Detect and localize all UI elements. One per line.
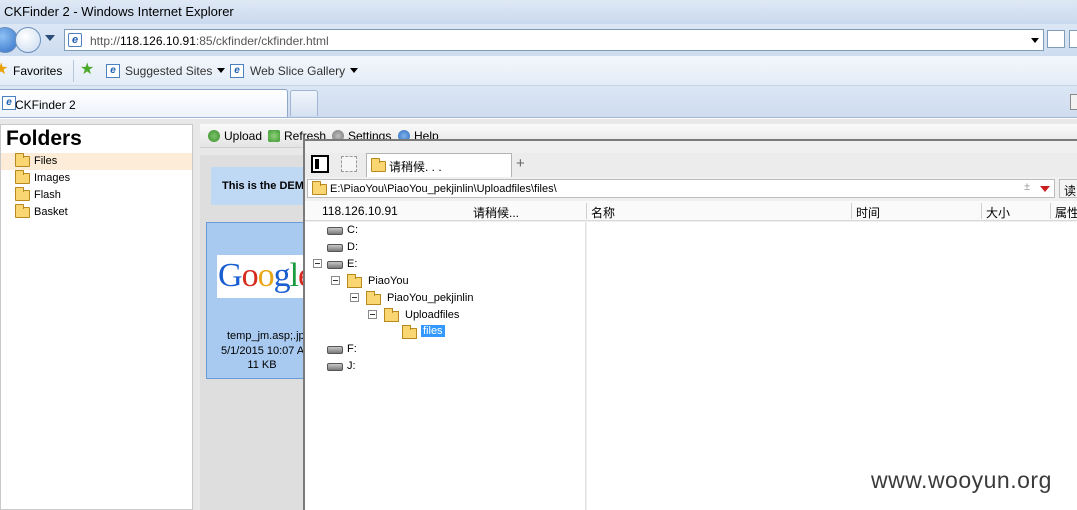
ie-link-icon: e [106, 64, 120, 78]
folder-item-flash[interactable]: Flash [1, 187, 192, 204]
folder-icon [402, 325, 417, 339]
blank-page-icon[interactable] [341, 156, 357, 172]
column-name[interactable]: 名称 [591, 204, 615, 221]
watermark: www.wooyun.org [871, 467, 1052, 493]
file-size: 11 KB [247, 359, 277, 371]
favorites-button[interactable]: Favorites [13, 64, 62, 78]
explorer-tab-label: 请稍候. . . [389, 160, 442, 174]
folder-item-images[interactable]: Images [1, 170, 192, 187]
collapse-icon[interactable] [331, 276, 340, 285]
drive-icon [327, 261, 343, 269]
window-title-bar: CKFinder 2 - Windows Internet Explorer [0, 0, 1077, 24]
column-separator [1050, 203, 1051, 219]
folder-icon [384, 308, 399, 322]
explorer-column-header: 118.126.10.91 请稍候... 名称 时间 大小 属性 [305, 201, 1077, 221]
file-explorer-window: 请稍候. . . + E:\PiaoYou\PiaoYou_pekjinlin\… [303, 139, 1077, 510]
column-separator [586, 203, 587, 219]
favorites-separator [73, 60, 74, 82]
column-time[interactable]: 时间 [856, 204, 880, 221]
drive-icon [327, 363, 343, 371]
path-sort-icon[interactable]: ± [1024, 181, 1030, 193]
column-host: 118.126.10.91 [322, 204, 398, 218]
collapse-icon[interactable] [350, 293, 359, 302]
web-slice-gallery-link[interactable]: Web Slice Gallery [250, 64, 359, 78]
new-tab-button[interactable] [290, 90, 318, 116]
recent-pages-dropdown-icon[interactable] [45, 35, 55, 41]
refresh-icon [268, 130, 280, 142]
file-thumbnail[interactable]: Google temp_jm.asp;.jp 5/1/2015 10:07 A … [206, 222, 316, 379]
address-dropdown-icon[interactable] [1031, 38, 1039, 43]
suggested-sites-link[interactable]: Suggested Sites [125, 64, 226, 78]
path-dropdown-icon[interactable] [1040, 186, 1050, 192]
chevron-down-icon [217, 68, 226, 73]
folders-title: Folders [6, 127, 82, 150]
explorer-path-bar[interactable]: E:\PiaoYou\PiaoYou_pekjinlin\Uploadfiles… [307, 179, 1055, 198]
file-name: temp_jm.asp;.jp [227, 330, 305, 342]
folder-icon [371, 158, 386, 172]
folder-icon [15, 153, 30, 167]
column-size[interactable]: 大小 [986, 204, 1010, 221]
folder-item-files[interactable]: Files [1, 153, 192, 170]
thumbnail-image: Google [217, 255, 307, 298]
drive-icon [327, 346, 343, 354]
tab-label: CKFinder 2 [15, 98, 76, 112]
column-separator [981, 203, 982, 219]
refresh-icon[interactable] [1069, 30, 1077, 48]
chevron-down-icon [350, 68, 359, 73]
folder-icon [347, 274, 362, 288]
tab-row: e CKFinder 2 [0, 86, 1077, 118]
ie-tab-icon: e [2, 96, 16, 110]
compatibility-view-icon[interactable] [1047, 30, 1065, 48]
drive-icon [327, 227, 343, 235]
explorer-tree: C: D: E: PiaoYou PiaoYou_pekjinlin Uploa… [305, 222, 586, 510]
folders-panel: Folders Files Images Flash Basket [0, 124, 193, 510]
folder-icon [312, 181, 327, 195]
folder-item-basket[interactable]: Basket [1, 204, 192, 221]
explorer-tab[interactable]: 请稍候. . . [366, 153, 512, 177]
folder-icon [366, 291, 381, 305]
tab-ckfinder[interactable]: e CKFinder 2 [0, 89, 288, 117]
folder-icon [15, 187, 30, 201]
column-separator [851, 203, 852, 219]
add-tab-icon[interactable]: + [516, 155, 525, 172]
folder-icon [15, 170, 30, 184]
favorites-bar: ★ Favorites ★ e Suggested Sites e Web Sl… [0, 56, 1077, 86]
add-to-favorites-icon[interactable]: ★ [80, 62, 94, 78]
window-title: CKFinder 2 - Windows Internet Explorer [4, 4, 234, 19]
column-status: 请稍候... [473, 206, 520, 220]
ie-link-icon: e [230, 64, 244, 78]
collapse-icon[interactable] [368, 310, 377, 319]
forward-button[interactable] [15, 27, 41, 53]
upload-icon [208, 130, 220, 142]
address-url[interactable]: http://118.126.10.91:85/ckfinder/ckfinde… [90, 34, 329, 48]
collapse-icon[interactable] [313, 259, 322, 268]
google-logo: Google [218, 257, 307, 294]
ie-page-icon: e [68, 33, 82, 47]
explorer-tab-strip: 请稍候. . . + [305, 153, 1077, 177]
explorer-path-text: E:\PiaoYou\PiaoYou_pekjinlin\Uploadfiles… [330, 183, 557, 195]
address-bar[interactable]: e http://118.126.10.91:85/ckfinder/ckfin… [64, 29, 1044, 51]
read-button[interactable]: 读 [1059, 179, 1077, 198]
favorites-star-icon: ★ [0, 61, 9, 78]
drive-icon [327, 244, 343, 252]
folder-icon [15, 204, 30, 218]
file-date: 5/1/2015 10:07 A [221, 345, 305, 357]
column-attr[interactable]: 属性 [1055, 204, 1077, 221]
upload-button[interactable]: Upload [208, 129, 262, 143]
home-icon[interactable] [1070, 94, 1077, 110]
panel-toggle-icon[interactable] [311, 155, 329, 173]
address-row: e http://118.126.10.91:85/ckfinder/ckfin… [0, 24, 1077, 56]
